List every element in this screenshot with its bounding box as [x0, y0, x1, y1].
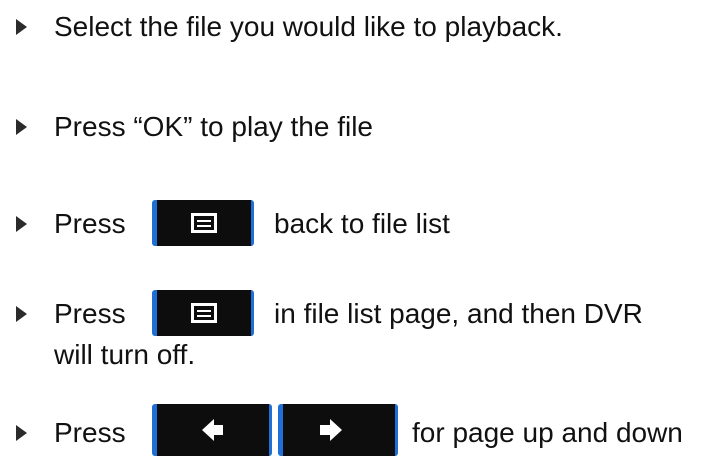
- instruction-page-press-text: Press: [54, 417, 126, 448]
- instruction-press-ok: Press “OK” to play the file: [0, 110, 718, 150]
- instruction-page-after-text: for page up and down: [412, 417, 683, 448]
- menu-button[interactable]: [152, 200, 254, 246]
- instruction-page-navigation: Press for page up and down: [0, 400, 718, 460]
- instruction-press-ok-text: Press “OK” to play the file: [54, 111, 374, 142]
- instruction-off-after-line1: in file list page, and then DVR: [274, 298, 643, 329]
- instruction-back-to-list: Press back to file list: [0, 200, 718, 250]
- left-arrow-icon: [202, 419, 223, 441]
- instruction-off-press-text: Press: [54, 298, 126, 329]
- menu-button[interactable]: [152, 290, 254, 336]
- right-arrow-icon: [320, 419, 342, 441]
- instruction-select-file: Select the file you would like to playba…: [0, 10, 718, 50]
- page-up-button[interactable]: [152, 404, 272, 456]
- triangle-bullet-icon: [16, 19, 27, 35]
- triangle-bullet-icon: [16, 425, 27, 441]
- triangle-bullet-icon: [16, 216, 27, 232]
- page-down-button[interactable]: [278, 404, 398, 456]
- triangle-bullet-icon: [16, 306, 27, 322]
- menu-icon: [191, 213, 217, 233]
- instruction-off-after-line2: will turn off.: [54, 339, 196, 370]
- menu-icon: [191, 303, 217, 323]
- triangle-bullet-icon: [16, 119, 27, 135]
- instruction-turn-off: Press in file list page, and then DVR wi…: [0, 290, 718, 380]
- instruction-select-file-text: Select the file you would like to playba…: [54, 11, 563, 42]
- instruction-back-press-text: Press: [54, 208, 126, 239]
- instruction-back-after-text: back to file list: [274, 208, 450, 239]
